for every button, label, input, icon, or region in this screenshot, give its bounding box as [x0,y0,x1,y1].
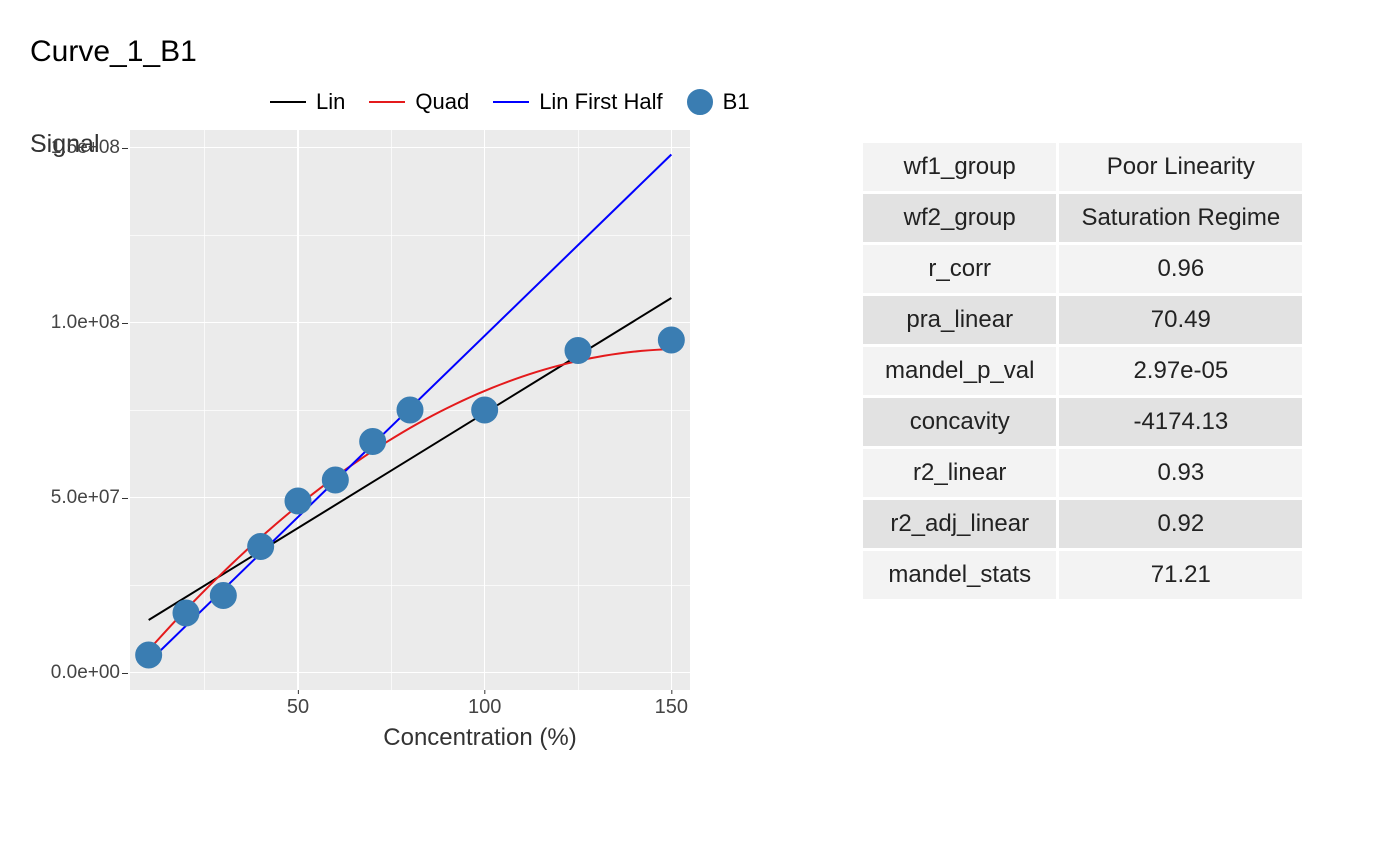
stat-label: wf1_group [862,142,1058,193]
table-row: r2_linear0.93 [862,448,1304,499]
stat-label: concavity [862,397,1058,448]
legend-label-linfh: Lin First Half [539,89,662,115]
stat-value: -4174.13 [1058,397,1304,448]
plot-panel [130,130,690,690]
stats-table: wf1_groupPoor Linearitywf2_groupSaturati… [860,140,1305,602]
table-row: wf2_groupSaturation Regime [862,193,1304,244]
stat-label: r2_linear [862,448,1058,499]
table-row: r2_adj_linear0.92 [862,499,1304,550]
stat-value: 2.97e-05 [1058,346,1304,397]
x-tick-label: 50 [287,696,309,719]
legend-swatch-quad [369,101,405,103]
legend-swatch-linfh [493,101,529,103]
data-point [173,600,199,626]
legend-item-lin: Lin [270,89,345,115]
legend-swatch-lin [270,101,306,103]
stat-label: r2_adj_linear [862,499,1058,550]
table-row: mandel_stats71.21 [862,550,1304,601]
y-axis-ticks: 0.0e+00 5.0e+07 1.0e+08 1.5e+08 [40,130,120,690]
x-tick-label: 100 [468,696,501,719]
data-point [248,534,274,560]
line-lin [149,298,672,620]
table-row: concavity-4174.13 [862,397,1304,448]
stat-label: r_corr [862,244,1058,295]
data-point [210,583,236,609]
legend-item-quad: Quad [369,89,469,115]
y-tick-label: 1.0e+08 [40,312,120,334]
stat-value: 0.96 [1058,244,1304,295]
table-row: wf1_groupPoor Linearity [862,142,1304,193]
y-tick-label: 1.5e+08 [40,137,120,159]
stat-label: pra_linear [862,295,1058,346]
x-axis-label: Concentration (%) [30,724,830,752]
legend-label-lin: Lin [316,89,345,115]
stat-value: 0.93 [1058,448,1304,499]
chart-area: Signal 0.0e+005.0e+071.0e+081.5e+08 5010… [30,130,830,752]
y-tick-label: 0.0e+00 [40,662,120,684]
stat-value: 71.21 [1058,550,1304,601]
line-lin-first-half [149,155,672,663]
stat-value: Poor Linearity [1058,142,1304,193]
data-point [322,467,348,493]
stat-label: mandel_p_val [862,346,1058,397]
stat-label: wf2_group [862,193,1058,244]
data-point [136,642,162,668]
legend-label-points: B1 [723,89,750,115]
legend: Lin Quad Lin First Half B1 [270,89,1370,115]
data-point [360,429,386,455]
x-tick-label: 150 [655,696,688,719]
stat-value: 0.92 [1058,499,1304,550]
legend-item-linfh: Lin First Half [493,89,662,115]
stat-label: mandel_stats [862,550,1058,601]
legend-swatch-points [687,89,713,115]
line-quad [149,349,672,650]
table-row: r_corr0.96 [862,244,1304,295]
table-row: mandel_p_val2.97e-05 [862,346,1304,397]
table-row: pra_linear70.49 [862,295,1304,346]
y-tick-label: 5.0e+07 [40,487,120,509]
page-title: Curve_1_B1 [30,35,1370,69]
legend-item-points: B1 [687,89,750,115]
legend-label-quad: Quad [415,89,469,115]
x-axis-ticks: 50 100 150 [130,690,690,720]
stat-value: Saturation Regime [1058,193,1304,244]
stat-value: 70.49 [1058,295,1304,346]
